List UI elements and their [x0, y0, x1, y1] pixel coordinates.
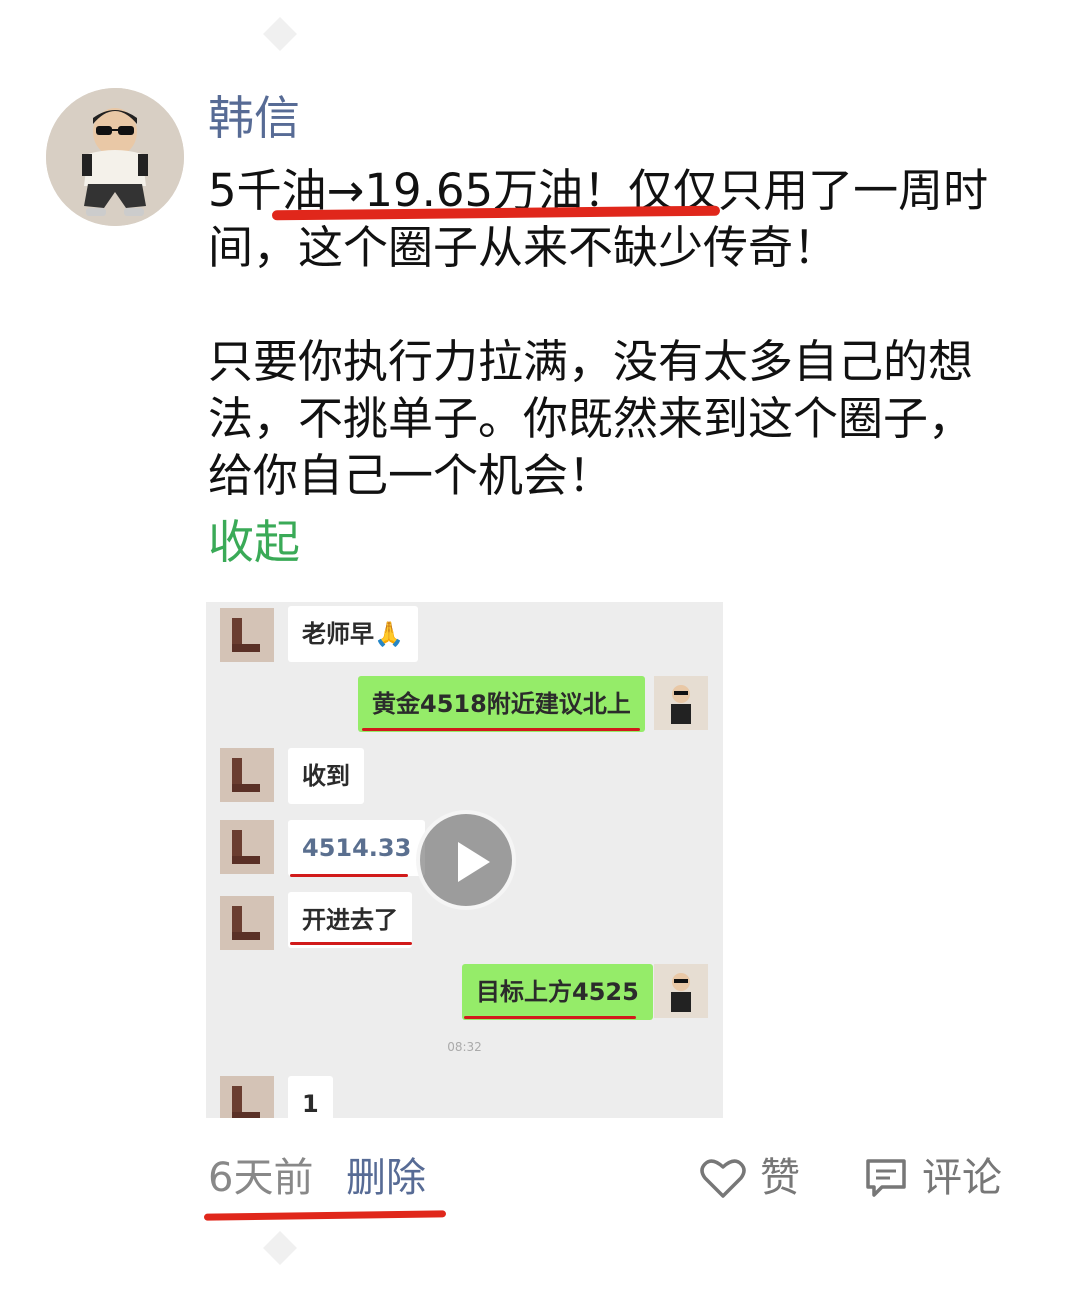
- delete-button[interactable]: 删除: [346, 1150, 426, 1206]
- message-underline: [362, 728, 640, 731]
- message-underline: [290, 874, 408, 877]
- chat-avatar-left: [220, 1076, 274, 1118]
- post-time: 6天前: [208, 1155, 314, 1201]
- bottom-separator: [263, 1231, 297, 1265]
- chat-timestamp: 08:32: [447, 1040, 482, 1054]
- chat-avatar-left: [220, 820, 274, 874]
- chat-message: 收到: [288, 748, 364, 804]
- chat-message: 4514.33: [288, 820, 426, 876]
- chat-message: 黄金4518附近建议北上: [358, 676, 645, 732]
- chat-message: 目标上方4525: [462, 964, 653, 1020]
- like-label: 赞: [760, 1155, 800, 1201]
- chat-message: 老师早🙏: [288, 606, 418, 662]
- message-underline: [464, 1016, 636, 1019]
- footer-highlight-underline: [203, 1210, 447, 1221]
- top-separator: [263, 17, 297, 51]
- play-icon[interactable]: [416, 810, 516, 910]
- chat-message: 开进去了: [288, 892, 412, 948]
- chat-message: 1: [288, 1076, 333, 1118]
- comment-label: 评论: [922, 1155, 1002, 1201]
- message-underline: [290, 942, 412, 945]
- chat-avatar-right: [654, 964, 708, 1018]
- chat-avatar-left: [220, 896, 274, 950]
- chat-avatar-right: [654, 676, 708, 730]
- heart-icon: [700, 1157, 746, 1199]
- comment-icon: [864, 1157, 908, 1199]
- collapse-link[interactable]: 收起: [208, 512, 300, 572]
- author-name[interactable]: 韩信: [208, 88, 300, 148]
- like-button[interactable]: 赞: [700, 1150, 800, 1206]
- comment-button[interactable]: 评论: [864, 1150, 1002, 1206]
- author-avatar[interactable]: [46, 88, 184, 226]
- chat-avatar-left: [220, 608, 274, 662]
- chat-avatar-left: [220, 748, 274, 802]
